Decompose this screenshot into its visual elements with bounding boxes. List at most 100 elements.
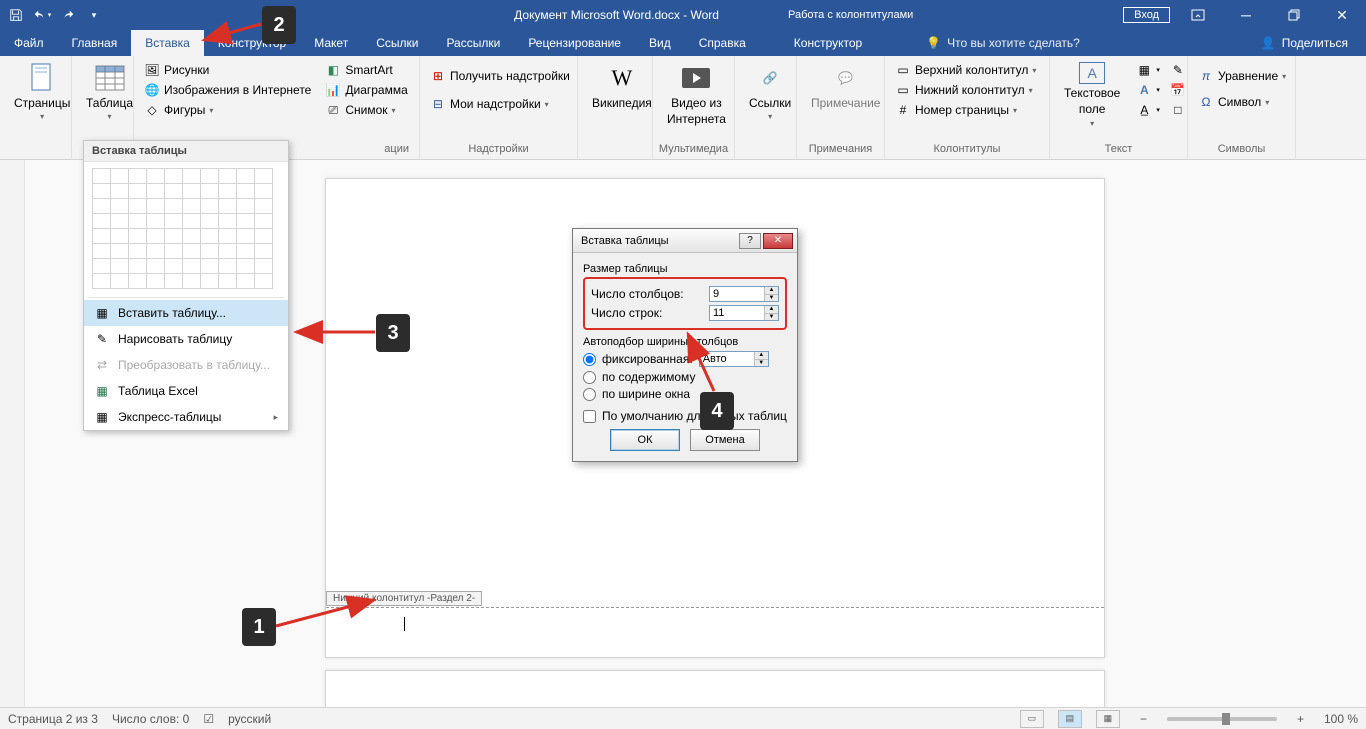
header-button[interactable]: ▭Верхний колонтитул bbox=[891, 60, 1040, 80]
comments-group-label: Примечания bbox=[797, 141, 884, 159]
tab-header-footer-design[interactable]: Конструктор bbox=[780, 30, 876, 56]
object-button[interactable]: □ bbox=[1166, 100, 1190, 120]
ok-button[interactable]: ОК bbox=[610, 429, 680, 451]
footer-boundary bbox=[326, 607, 1104, 608]
chart-button[interactable]: 📊Диаграмма bbox=[321, 80, 411, 100]
smartart-button[interactable]: ◧SmartArt bbox=[321, 60, 411, 80]
cols-spin-up[interactable]: ▲ bbox=[764, 287, 778, 295]
screenshot-button[interactable]: ⎚Снимок bbox=[321, 100, 411, 120]
cols-spin-down[interactable]: ▼ bbox=[764, 295, 778, 302]
tab-help[interactable]: Справка bbox=[685, 30, 760, 56]
save-button[interactable] bbox=[4, 3, 28, 27]
share-button[interactable]: 👤 Поделиться bbox=[1243, 30, 1366, 56]
tab-view[interactable]: Вид bbox=[635, 30, 685, 56]
share-label: Поделиться bbox=[1282, 36, 1348, 50]
symbol-button[interactable]: ΩСимвол bbox=[1194, 92, 1290, 112]
rows-label: Число строк: bbox=[591, 306, 703, 320]
maximize-button[interactable] bbox=[1274, 0, 1314, 30]
default-checkbox[interactable] bbox=[583, 410, 596, 423]
insert-table-dropdown: Вставка таблицы ▦Вставить таблицу... ✎На… bbox=[83, 140, 289, 431]
cancel-button[interactable]: Отмена bbox=[690, 429, 760, 451]
menu-draw-table[interactable]: ✎Нарисовать таблицу bbox=[84, 326, 288, 352]
zoom-slider[interactable] bbox=[1167, 717, 1277, 721]
tab-insert[interactable]: Вставка bbox=[131, 30, 204, 56]
tell-me-search[interactable]: 💡 Что вы хотите сделать? bbox=[926, 30, 1080, 56]
proofing-icon[interactable]: ☑ bbox=[203, 712, 214, 726]
vertical-ruler[interactable] bbox=[0, 160, 25, 707]
footer-section-tag: Нижний колонтитул -Раздел 2- bbox=[326, 591, 482, 606]
login-button[interactable]: Вход bbox=[1123, 7, 1170, 23]
undo-button[interactable]: ▾ bbox=[30, 3, 54, 27]
table-button[interactable]: Таблица▾ bbox=[78, 60, 141, 124]
dialog-help-button[interactable]: ? bbox=[739, 233, 761, 249]
view-read-mode[interactable]: ▭ bbox=[1020, 710, 1044, 728]
radio-content[interactable] bbox=[583, 371, 596, 384]
wordart-button[interactable]: A▾ bbox=[1132, 80, 1164, 100]
get-addins-button[interactable]: ⊞Получить надстройки bbox=[426, 66, 574, 86]
online-video-button[interactable]: Видео изИнтернета bbox=[659, 60, 734, 129]
pictures-button[interactable]: 🖼Рисунки bbox=[140, 60, 315, 80]
equation-button[interactable]: πУравнение bbox=[1194, 66, 1290, 86]
pages-button[interactable]: Страницы▾ bbox=[6, 60, 78, 124]
cols-spinbox[interactable]: ▲▼ bbox=[709, 286, 779, 302]
dialog-close-button[interactable]: ✕ bbox=[763, 233, 793, 249]
radio-fixed[interactable] bbox=[583, 353, 596, 366]
date-time-button[interactable]: 📅 bbox=[1166, 80, 1190, 100]
textbox-icon: A bbox=[1079, 62, 1105, 84]
tab-references[interactable]: Ссылки bbox=[362, 30, 432, 56]
view-print-layout[interactable]: ▤ bbox=[1058, 710, 1082, 728]
callout-3: 3 bbox=[376, 314, 410, 352]
my-addins-button[interactable]: ⊟Мои надстройки bbox=[426, 94, 574, 114]
tab-home[interactable]: Главная bbox=[58, 30, 132, 56]
callout-1: 1 bbox=[242, 608, 276, 646]
ribbon-display-options[interactable] bbox=[1178, 0, 1218, 30]
shapes-button[interactable]: ◇Фигуры bbox=[140, 100, 315, 120]
rows-spinbox[interactable]: ▲▼ bbox=[709, 305, 779, 321]
close-button[interactable]: ✕ bbox=[1322, 0, 1362, 30]
dialog-titlebar[interactable]: Вставка таблицы ? ✕ bbox=[573, 229, 797, 253]
rows-spin-up[interactable]: ▲ bbox=[764, 306, 778, 314]
signature-button[interactable]: ✎ bbox=[1166, 60, 1190, 80]
addins-icon: ⊟ bbox=[430, 96, 446, 112]
tab-layout[interactable]: Макет bbox=[300, 30, 362, 56]
cols-input[interactable] bbox=[710, 287, 764, 301]
redo-icon bbox=[61, 8, 75, 22]
store-icon: ⊞ bbox=[430, 68, 446, 84]
zoom-out-button[interactable]: − bbox=[1134, 712, 1153, 726]
tab-review[interactable]: Рецензирование bbox=[514, 30, 635, 56]
footer-button[interactable]: ▭Нижний колонтитул bbox=[891, 80, 1040, 100]
qat-customize-button[interactable]: ▾ bbox=[82, 3, 106, 27]
status-language[interactable]: русский bbox=[228, 712, 271, 726]
drop-cap-button[interactable]: A̲▾ bbox=[1132, 100, 1164, 120]
page-number-button[interactable]: #Номер страницы bbox=[891, 100, 1040, 120]
radio-window[interactable] bbox=[583, 388, 596, 401]
signature-icon: ✎ bbox=[1170, 62, 1186, 78]
redo-button[interactable] bbox=[56, 3, 80, 27]
menu-insert-table[interactable]: ▦Вставить таблицу... bbox=[84, 300, 288, 326]
menu-excel-table[interactable]: ▦Таблица Excel bbox=[84, 378, 288, 404]
comment-button[interactable]: 💬Примечание bbox=[803, 60, 888, 112]
zoom-level[interactable]: 100 % bbox=[1324, 712, 1358, 726]
wikipedia-button[interactable]: WВикипедия bbox=[584, 60, 660, 112]
rows-spin-down[interactable]: ▼ bbox=[764, 314, 778, 321]
status-page[interactable]: Страница 2 из 3 bbox=[8, 712, 98, 726]
status-word-count[interactable]: Число слов: 0 bbox=[112, 712, 189, 726]
view-web-layout[interactable]: ▦ bbox=[1096, 710, 1120, 728]
minimize-button[interactable]: ─ bbox=[1226, 0, 1266, 30]
tab-mailings[interactable]: Рассылки bbox=[432, 30, 514, 56]
zoom-in-button[interactable]: + bbox=[1291, 712, 1310, 726]
rows-input[interactable] bbox=[710, 306, 764, 320]
menu-quick-tables[interactable]: ▦Экспресс-таблицы▸ bbox=[84, 404, 288, 430]
page-2[interactable] bbox=[325, 670, 1105, 707]
quick-tables-icon: ▦ bbox=[94, 409, 110, 425]
table-grid-picker[interactable] bbox=[84, 162, 288, 295]
online-pictures-button[interactable]: 🌐Изображения в Интернете bbox=[140, 80, 315, 100]
links-button[interactable]: 🔗Ссылки▾ bbox=[741, 60, 799, 124]
tab-file[interactable]: Файл bbox=[0, 30, 58, 56]
text-group-label: Текст bbox=[1050, 141, 1187, 159]
fixed-width-spinbox[interactable]: ▲▼ bbox=[699, 351, 769, 367]
quick-parts-button[interactable]: ▦▾ bbox=[1132, 60, 1164, 80]
symbol-icon: Ω bbox=[1198, 94, 1214, 110]
fixed-width-input[interactable] bbox=[700, 352, 754, 366]
textbox-button[interactable]: AТекстовоеполе▾ bbox=[1056, 60, 1128, 130]
